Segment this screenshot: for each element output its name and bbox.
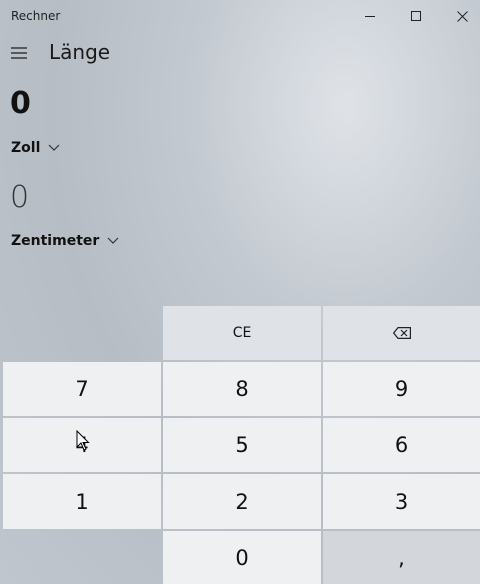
chevron-down-icon bbox=[107, 237, 119, 244]
digit-5-button[interactable]: 5 bbox=[163, 418, 321, 472]
digit-3-button[interactable]: 3 bbox=[323, 474, 480, 529]
close-icon bbox=[456, 10, 468, 22]
minimize-button[interactable] bbox=[347, 0, 393, 32]
chevron-down-icon bbox=[48, 144, 60, 151]
digit-8-button[interactable]: 8 bbox=[163, 362, 321, 416]
to-unit-dropdown[interactable]: Zentimeter bbox=[11, 233, 119, 249]
digit-1-button[interactable]: 1 bbox=[3, 474, 161, 529]
maximize-icon bbox=[410, 10, 421, 21]
output-value[interactable]: 0 bbox=[10, 180, 29, 215]
digit-6-button[interactable]: 6 bbox=[323, 418, 480, 472]
navigation-menu-button[interactable] bbox=[4, 38, 34, 68]
backspace-button[interactable] bbox=[323, 306, 480, 360]
backspace-icon bbox=[392, 327, 411, 339]
input-value[interactable]: 0 bbox=[10, 86, 31, 121]
digit-0-button[interactable]: 0 bbox=[163, 531, 321, 584]
digit-9-button[interactable]: 9 bbox=[323, 362, 480, 416]
digit-2-button[interactable]: 2 bbox=[163, 474, 321, 529]
mode-title: Länge bbox=[49, 40, 111, 64]
title-bar: Rechner bbox=[0, 0, 480, 32]
app-title: Rechner bbox=[11, 9, 61, 23]
hamburger-menu-icon bbox=[11, 47, 27, 59]
close-button[interactable] bbox=[439, 0, 480, 32]
minimize-icon bbox=[364, 15, 375, 17]
to-unit-label: Zentimeter bbox=[11, 233, 100, 249]
clear-entry-button[interactable]: CE bbox=[163, 306, 321, 360]
digit-7-button[interactable]: 7 bbox=[3, 362, 161, 416]
from-unit-dropdown[interactable]: Zoll bbox=[11, 140, 60, 156]
from-unit-label: Zoll bbox=[11, 140, 41, 156]
maximize-button[interactable] bbox=[393, 0, 439, 32]
decimal-separator-button[interactable]: , bbox=[323, 531, 480, 584]
clear-entry-label: CE bbox=[232, 325, 252, 341]
mouse-cursor-icon bbox=[76, 430, 90, 451]
